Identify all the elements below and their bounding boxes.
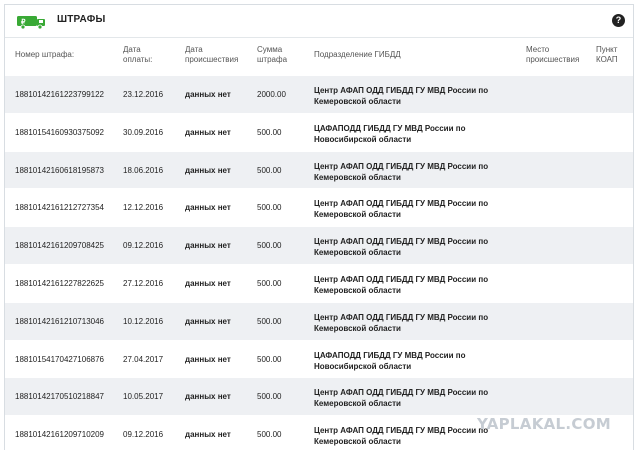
fine-number: 18810142161210713046 [15,316,104,326]
table-row[interactable]: 18810142161212727354 12.12.2016 данных н… [5,189,633,228]
incident-date: данных нет [185,430,231,440]
fine-number: 18810142161223799122 [15,90,104,99]
col-incident-date: Дата происшествия [185,45,239,64]
payment-date: 09.12.2016 [123,430,164,440]
table-row[interactable]: 18810142161223799122 23.12.2016 данных н… [5,76,633,114]
col-place: Место происшествия [526,45,580,64]
incident-date: данных нет [185,354,231,364]
col-fine-number: Номер штрафа: [15,50,75,59]
fine-amount: 500.00 [257,430,282,440]
fine-number: 18810142170510218847 [15,392,104,402]
col-division: Подразделение ГИБДД [314,50,401,59]
payment-date: 18.06.2016 [123,165,164,175]
fine-number: 18810154170427106876 [15,354,104,364]
incident-date: данных нет [185,392,231,402]
table-row[interactable]: 18810154160930375092 30.09.2016 данных н… [5,113,633,152]
table-row[interactable]: 18810142161209708425 09.12.2016 данных н… [5,227,633,265]
svg-text:₽: ₽ [21,18,26,26]
fine-number: 18810154160930375092 [15,127,104,137]
fine-number: 18810142161212727354 [15,203,104,213]
incident-date: данных нет [185,165,231,175]
incident-date: данных нет [185,90,231,99]
payment-date: 10.12.2016 [123,316,164,326]
payment-date: 12.12.2016 [123,203,164,213]
fine-amount: 500.00 [257,354,282,364]
payment-date: 27.12.2016 [123,278,164,288]
col-payment-date: Дата оплаты: [123,45,153,64]
col-amount: Сумма штрафа [257,45,288,64]
incident-date: данных нет [185,316,231,326]
division: Центр АФАП ОДД ГИБДД ГУ МВД России по Кем… [314,274,489,295]
fine-number: 18810142161227822625 [15,278,104,288]
help-icon[interactable]: ? [612,14,625,27]
fine-number: 18810142161209710209 [15,430,104,440]
division: Центр АФАП ОДД ГИБДД ГУ МВД России по Кем… [314,388,489,409]
fine-amount: 2000.00 [257,90,286,99]
col-koap: Пункт КОАП [596,45,618,64]
incident-date: данных нет [185,278,231,288]
page-title: ШТРАФЫ [57,14,106,25]
fine-amount: 500.00 [257,392,282,402]
fines-panel: ₽ ШТРАФЫ ? Номер штрафа: Дата оплаты: Да… [4,4,634,454]
division: Центр АФАП ОДД ГИБДД ГУ МВД России по Кем… [314,86,489,106]
division: Центр АФАП ОДД ГИБДД ГУ МВД России по Кем… [314,199,489,220]
fine-amount: 500.00 [257,316,282,326]
table-row[interactable]: 18810142160618195873 18.06.2016 данных н… [5,151,633,190]
fine-number: 18810142161209708425 [15,241,104,251]
fine-amount: 500.00 [257,278,282,288]
fine-number: 18810142160618195873 [15,165,104,175]
payment-date: 09.12.2016 [123,241,164,251]
table-row[interactable]: 18810142161210713046 10.12.2016 данных н… [5,302,633,341]
fine-amount: 500.00 [257,127,282,137]
division: Центр АФАП ОДД ГИБДД ГУ МВД России по Кем… [314,161,489,182]
incident-date: данных нет [185,127,231,137]
panel-header: ₽ ШТРАФЫ ? [5,5,633,38]
payment-date: 30.09.2016 [123,127,164,137]
table-row[interactable]: 18810142170510218847 10.05.2017 данных н… [5,378,633,417]
fine-amount: 500.00 [257,203,282,213]
fines-table-body: 18810142161223799122 23.12.2016 данных н… [5,76,633,454]
truck-fines-icon: ₽ [17,16,45,29]
fine-amount: 500.00 [257,165,282,175]
payment-date: 27.04.2017 [123,354,164,364]
table-header: Номер штрафа: Дата оплаты: Дата происшес… [5,41,633,75]
table-row[interactable]: 18810154170427106876 27.04.2017 данных н… [5,340,633,379]
payment-date: 10.05.2017 [123,392,164,402]
incident-date: данных нет [185,203,231,213]
division: Центр АФАП ОДД ГИБДД ГУ МВД России по Кем… [314,237,489,258]
watermark: YAPLAKAL.COM [477,415,611,433]
table-row[interactable]: 18810142161227822625 27.12.2016 данных н… [5,264,633,303]
incident-date: данных нет [185,241,231,251]
payment-date: 23.12.2016 [123,90,164,99]
division: ЦАФАПОДД ГИБДД ГУ МВД России по Новосибир… [314,350,466,371]
division: Центр АФАП ОДД ГИБДД ГУ МВД России по Кем… [314,312,489,333]
fine-amount: 500.00 [257,241,282,251]
division: ЦАФАПОДД ГИБДД ГУ МВД России по Новосибир… [314,123,466,144]
